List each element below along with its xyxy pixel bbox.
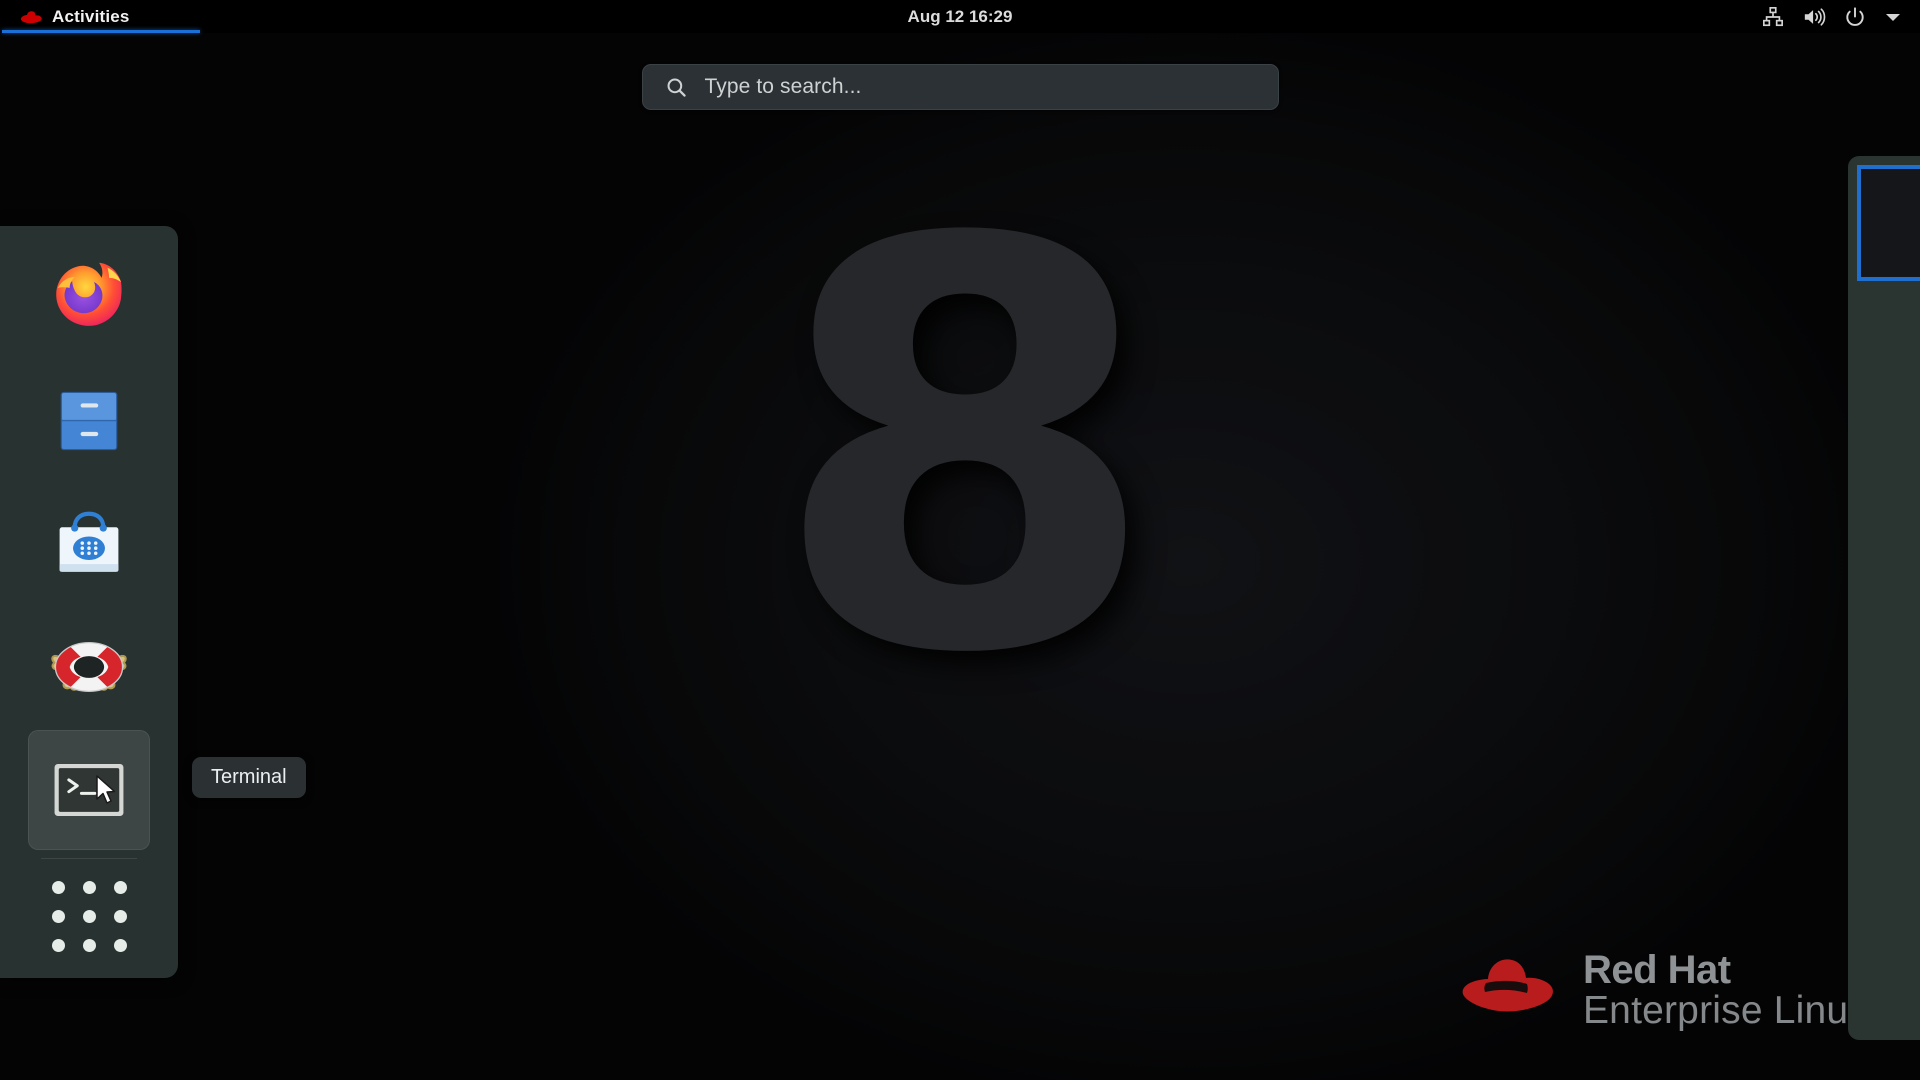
desktop-background: 8 Red Hat Enterprise Linux Type to searc… — [0, 0, 1920, 1080]
clock-button[interactable]: Aug 12 16:29 — [898, 0, 1023, 33]
file-cabinet-icon — [60, 391, 118, 451]
terminal-tooltip: Terminal — [192, 757, 306, 798]
brand-line-enterprise-linux: Enterprise Linux — [1582, 989, 1868, 1033]
clock-label: Aug 12 16:29 — [907, 6, 1013, 26]
dock-item-terminal[interactable] — [28, 730, 150, 850]
redhat-fedora-icon — [1462, 959, 1553, 1012]
dock-item-firefox[interactable] — [28, 238, 150, 358]
grid-dots-icon — [51, 880, 127, 952]
dock — [0, 226, 178, 978]
activities-active-indicator — [2, 30, 200, 33]
chevron-down-icon[interactable] — [1884, 10, 1902, 24]
search-placeholder: Type to search... — [704, 75, 862, 98]
terminal-icon — [54, 763, 124, 817]
dock-item-files[interactable] — [28, 361, 150, 481]
search-icon — [667, 78, 686, 97]
system-tray[interactable] — [1754, 0, 1910, 33]
volume-speaker-icon[interactable] — [1802, 6, 1826, 28]
dock-item-help[interactable] — [28, 607, 150, 727]
redhat-branding: Red Hat Enterprise Linux — [1455, 947, 1868, 1033]
show-applications-button[interactable] — [28, 864, 150, 968]
workspace-switcher[interactable] — [1848, 156, 1920, 1040]
lifebuoy-icon — [51, 641, 127, 693]
power-icon[interactable] — [1844, 6, 1866, 28]
dock-separator — [41, 858, 137, 859]
wallpaper-figure-eight: 8 — [770, 124, 1160, 776]
top-bar: Activities Aug 12 16:29 — [0, 0, 1920, 33]
network-wired-icon[interactable] — [1762, 6, 1784, 28]
workspace-thumbnail-1[interactable] — [1857, 165, 1920, 281]
redhat-logo-icon — [20, 10, 42, 23]
firefox-icon — [56, 262, 122, 326]
activities-button[interactable]: Activities — [0, 0, 200, 33]
shopping-bag-icon — [59, 511, 119, 572]
search-input[interactable]: Type to search... — [641, 64, 1279, 110]
brand-line-red-hat: Red Hat — [1582, 947, 1731, 992]
dock-item-software[interactable] — [28, 484, 150, 604]
brand-text: Red Hat Enterprise Linux — [1582, 947, 1868, 1033]
activities-label: Activities — [52, 6, 130, 26]
